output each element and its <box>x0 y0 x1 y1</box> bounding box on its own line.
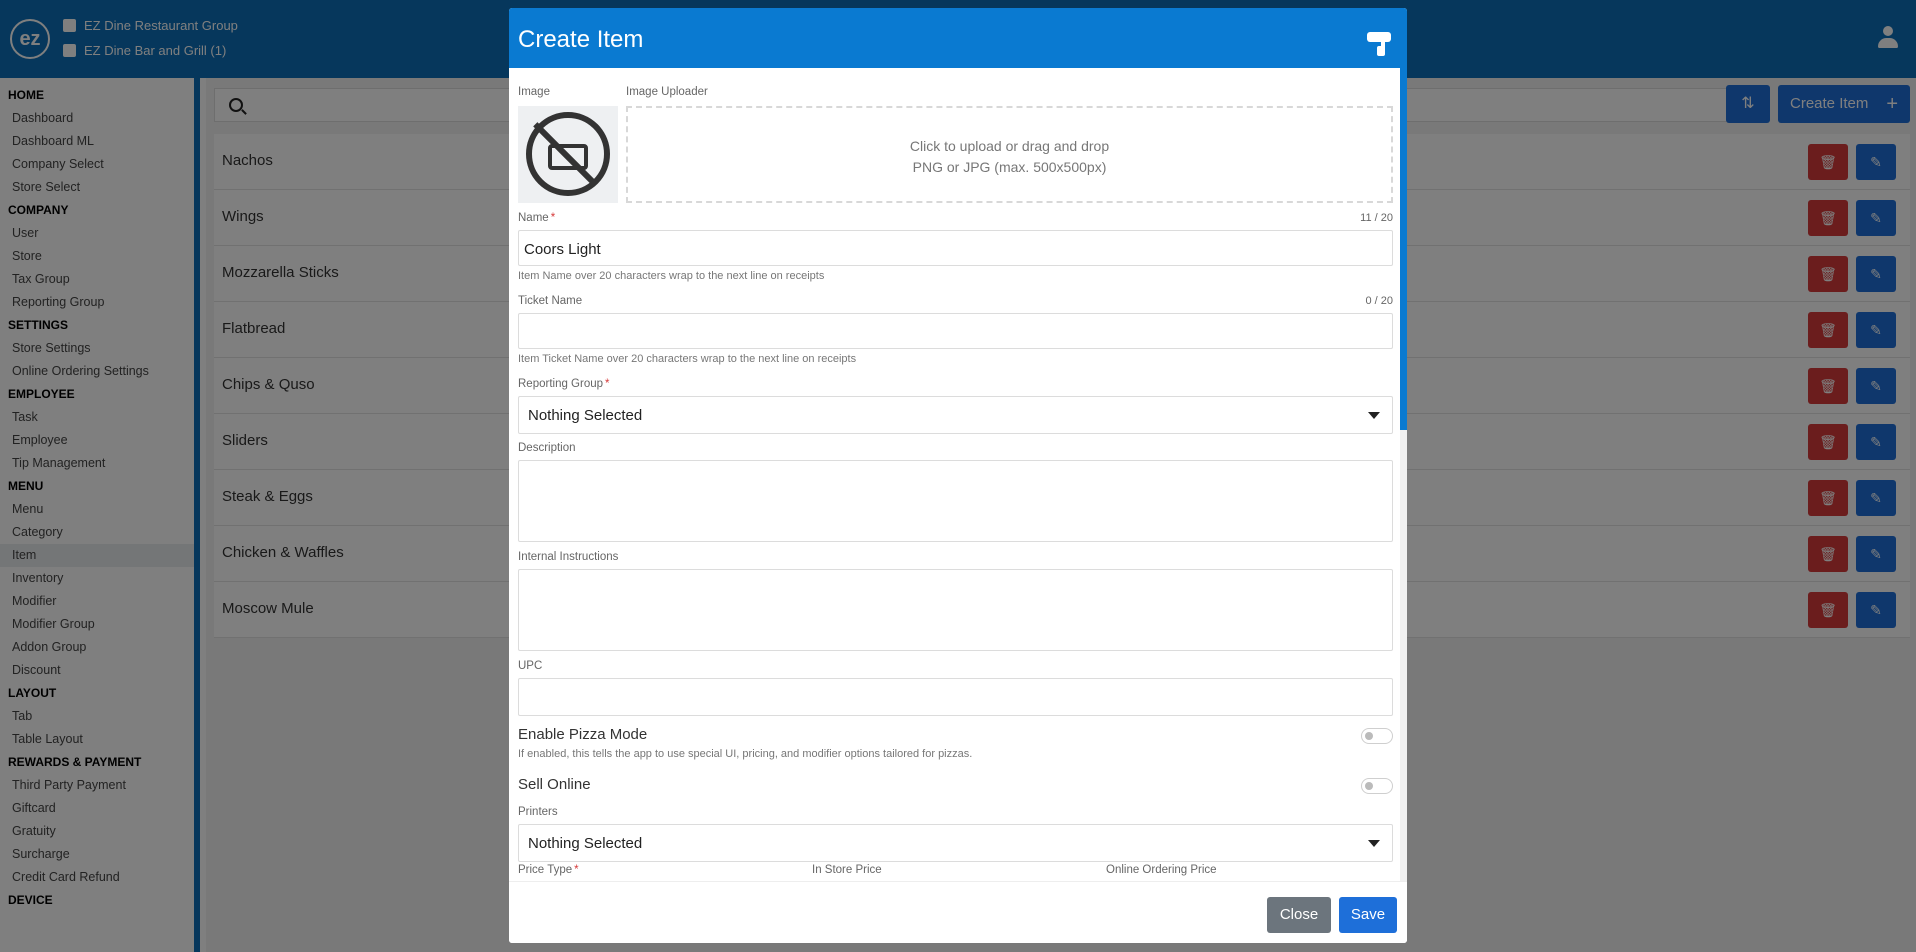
modal-body: Image Image Uploader Click to upload or … <box>509 68 1407 881</box>
close-button[interactable]: Close <box>1267 897 1331 933</box>
image-label: Image <box>518 86 550 98</box>
upc-label: UPC <box>518 660 543 672</box>
pizza-mode-toggle[interactable] <box>1361 728 1393 744</box>
uploader-line-2: PNG or JPG (max. 500x500px) <box>912 159 1107 175</box>
description-field[interactable] <box>518 460 1393 542</box>
description-label: Description <box>518 442 576 454</box>
uploader-line-1: Click to upload or drag and drop <box>909 138 1110 154</box>
name-value: Coors Light <box>524 241 601 258</box>
printers-value: Nothing Selected <box>528 835 643 852</box>
ticket-name-hint: Item Ticket Name over 20 characters wrap… <box>518 353 857 365</box>
upc-field[interactable] <box>518 678 1393 716</box>
online-price-label: Online Ordering Price <box>1106 864 1217 876</box>
caret-down-icon <box>1368 840 1380 847</box>
modal-scrollbar[interactable] <box>1400 68 1407 881</box>
name-field[interactable]: Coors Light <box>518 230 1393 266</box>
sell-online-toggle[interactable] <box>1361 778 1393 794</box>
name-counter: 11 / 20 <box>1360 212 1393 224</box>
printers-select[interactable]: Nothing Selected <box>518 824 1393 862</box>
in-store-price-label: In Store Price <box>812 864 882 876</box>
create-item-modal: Create Item Image Image Uploader Click t… <box>509 8 1407 943</box>
ticket-name-counter: 0 / 20 <box>1365 295 1393 307</box>
save-button[interactable]: Save <box>1339 897 1397 933</box>
modal-title: Create Item <box>518 26 644 53</box>
image-uploader[interactable]: Click to upload or drag and drop PNG or … <box>626 106 1393 203</box>
no-image-icon <box>518 106 618 203</box>
ticket-name-field[interactable] <box>518 313 1393 349</box>
name-hint: Item Name over 20 characters wrap to the… <box>518 270 825 282</box>
uploader-label: Image Uploader <box>626 86 708 98</box>
sell-online-label: Sell Online <box>518 776 591 793</box>
modal-header: Create Item <box>509 8 1407 68</box>
reporting-group-select[interactable]: Nothing Selected <box>518 396 1393 434</box>
pizza-mode-label: Enable Pizza Mode <box>518 726 648 743</box>
price-type-label: Price Type * <box>518 864 579 876</box>
printers-label: Printers <box>518 806 558 818</box>
internal-instructions-field[interactable] <box>518 569 1393 651</box>
name-label: Name * <box>518 212 556 224</box>
paint-roller-icon[interactable] <box>1367 32 1393 58</box>
caret-down-icon <box>1368 412 1380 419</box>
pizza-mode-hint: If enabled, this tells the app to use sp… <box>518 748 973 760</box>
internal-instructions-label: Internal Instructions <box>518 551 619 563</box>
modal-footer: Close Save <box>509 881 1407 943</box>
reporting-group-label: Reporting Group * <box>518 378 610 390</box>
ticket-name-label: Ticket Name <box>518 295 583 307</box>
reporting-group-value: Nothing Selected <box>528 407 643 424</box>
